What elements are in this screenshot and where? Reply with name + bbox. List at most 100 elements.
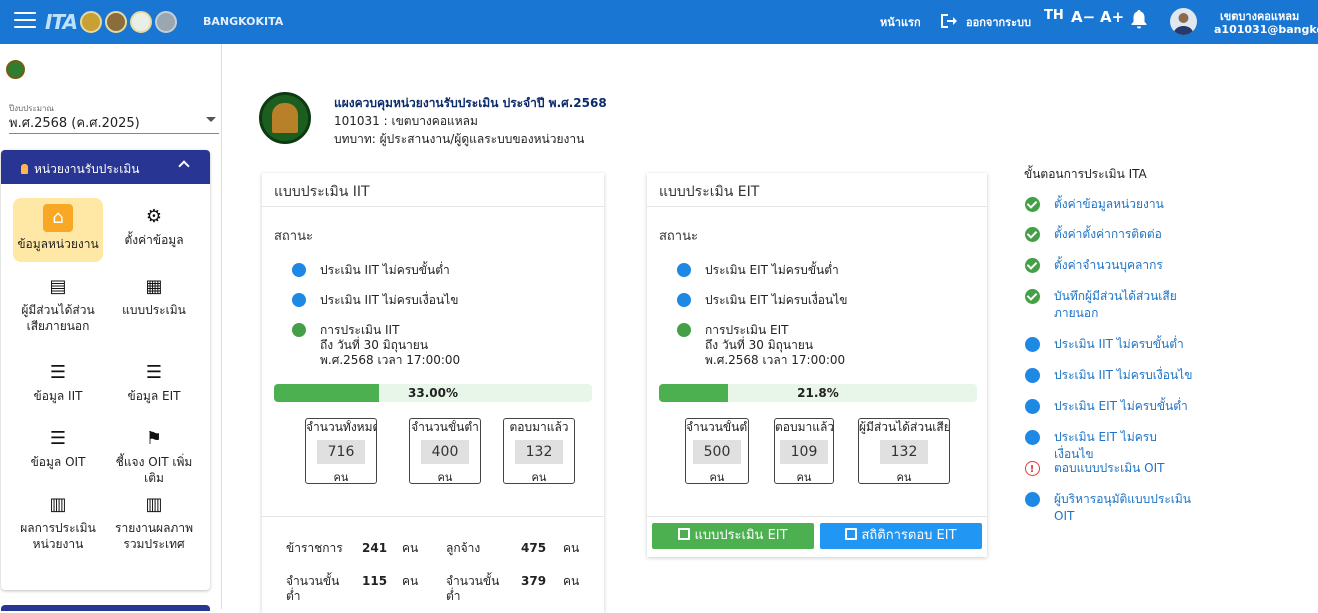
bell-icon[interactable]: [1130, 9, 1148, 29]
brand-text: BANGKOKITA: [203, 15, 284, 28]
menu-item-org-info[interactable]: ⌂ ข้อมูลหน่วยงาน: [13, 198, 103, 262]
iit-stat-answered: ตอบมาแล้ว 132 คน: [503, 418, 575, 484]
eit-progress-bar: 21.8%: [659, 384, 977, 402]
iit-stat-min: จำนวนขั้นต่ำ 400 คน: [409, 418, 481, 484]
language-toggle[interactable]: TH: [1044, 8, 1064, 23]
staff-label: จำนวนขั้นต่ำ: [446, 574, 500, 603]
staff-value: 241: [362, 541, 388, 555]
home-link[interactable]: หน้าแรก: [880, 13, 921, 31]
staff-unit: คน: [563, 574, 580, 588]
menu-item-results[interactable]: ▥ ผลการประเมินหน่วยงาน: [13, 494, 103, 552]
menu-item-label: ตั้งค่าข้อมูล: [124, 233, 184, 247]
bar-chart-icon: ▥: [49, 494, 67, 515]
menu-title: หน่วยงานรับประเมิน: [34, 162, 140, 176]
menu-item-iit-data[interactable]: ☰ ข้อมูล IIT: [13, 362, 103, 404]
logout-link[interactable]: ออกจากระบบ: [966, 13, 1031, 31]
eit-status-label: สถานะ: [659, 229, 698, 244]
seal-logo: [80, 11, 103, 33]
circle-icon: [1025, 430, 1040, 445]
iit-progress-label: 33.00%: [408, 386, 458, 400]
fiscal-year-value: พ.ศ.2568 (ค.ศ.2025): [9, 116, 140, 131]
home-icon: ⌂: [43, 204, 73, 232]
status-dot-icon: [677, 293, 691, 307]
status-dot-icon: [292, 263, 306, 277]
iit-card: แบบประเมิน IIT สถานะ ประเมิน IIT ไม่ครบข…: [262, 173, 604, 613]
menu-item-label: ข้อมูลหน่วยงาน: [17, 237, 99, 251]
chevron-up-icon[interactable]: [178, 160, 190, 172]
checklist-icon: ☰: [49, 428, 67, 449]
seal-logo: [105, 11, 128, 33]
page-title: แผงควบคุมหน่วยงานรับประเมิน ประจำปี พ.ศ.…: [334, 96, 607, 110]
header-logos: ITA: [45, 8, 178, 36]
circle-icon: [1025, 337, 1040, 352]
evaluation-menu: หน่วยงานรับประเมิน ⌂ ข้อมูลหน่วยงาน ⚙ ตั…: [1, 150, 210, 590]
sidebar: ปีงบประมาณ พ.ศ.2568 (ค.ศ.2025) หน่วยงานร…: [0, 44, 222, 611]
menu-item-stakeholders[interactable]: ▤ ผู้มีส่วนได้ส่วนเสียภายนอก: [13, 276, 103, 334]
menu-item-label: ชี้แจง OIT เพิ่มเติม: [115, 455, 193, 485]
iit-progress-bar: 33.00%: [274, 384, 592, 402]
logout-icon[interactable]: [938, 11, 958, 31]
circle-icon: [1025, 492, 1040, 507]
divider: [647, 516, 987, 517]
steps-title: ขั้นตอนการประเมิน ITA: [1024, 167, 1147, 181]
store-icon: ▤: [49, 276, 67, 297]
ita-logo: ITA: [45, 10, 78, 34]
menu-item-label: ข้อมูล EIT: [127, 389, 181, 403]
user-role: บทบาท: ผู้ประสานงาน/ผู้ดูแลระบบของหน่วยง…: [334, 132, 585, 146]
menu-item-settings[interactable]: ⚙ ตั้งค่าข้อมูล: [109, 206, 199, 248]
menu-item-oit-explain[interactable]: ⚑ ชี้แจง OIT เพิ่มเติม: [109, 428, 199, 486]
circle-icon: [1025, 368, 1040, 383]
iit-status-label: สถานะ: [274, 229, 313, 244]
divider: [262, 516, 604, 517]
status-dot-icon: [677, 323, 691, 337]
check-circle-icon: [1025, 258, 1040, 273]
seal-logo: [155, 11, 178, 33]
next-menu-header[interactable]: [1, 605, 210, 611]
checklist-icon: ☰: [145, 362, 163, 383]
check-circle-icon: [1025, 197, 1040, 212]
menu-item-forms[interactable]: ▦ แบบประเมิน: [109, 276, 199, 318]
qr-icon: ▦: [145, 276, 163, 297]
bar-chart-icon: [845, 528, 858, 540]
checklist-icon: ☰: [49, 362, 67, 383]
iit-card-title: แบบประเมิน IIT: [262, 173, 604, 207]
eit-stat-stakeholders: ผู้มีส่วนได้ส่วนเสีย 132 คน: [858, 418, 950, 484]
eit-card-title: แบบประเมิน EIT: [647, 173, 987, 207]
menu-item-oit-data[interactable]: ☰ ข้อมูล OIT: [13, 428, 103, 470]
org-code: 101031 : เขตบางคอแหลม: [334, 114, 478, 128]
check-circle-icon: [1025, 289, 1040, 304]
status-dot-icon: [292, 323, 306, 337]
menu-item-label: ข้อมูล IIT: [33, 389, 83, 403]
qr-icon: [678, 528, 691, 540]
staff-label: จำนวนขั้นต่ำ: [286, 574, 340, 603]
staff-unit: คน: [563, 541, 580, 555]
menu-item-eit-data[interactable]: ☰ ข้อมูล EIT: [109, 362, 199, 404]
top-app-bar: ITA BANGKOKITA หน้าแรก ออกจากระบบ TH A− …: [0, 0, 1318, 44]
staff-unit: คน: [402, 541, 419, 555]
chevron-down-icon: [206, 117, 216, 122]
eit-progress-label: 21.8%: [797, 386, 839, 400]
eit-stats-button[interactable]: สถิติการตอบ EIT: [820, 523, 982, 549]
eit-stat-answered: ตอบมาแล้ว 109 คน: [774, 418, 834, 484]
iit-stat-total: จำนวนทั้งหมด 716 คน: [305, 418, 377, 484]
eit-form-button[interactable]: แบบประเมิน EIT: [652, 523, 814, 549]
fiscal-year-select[interactable]: พ.ศ.2568 (ค.ศ.2025): [9, 112, 219, 134]
status-dot-icon: [677, 263, 691, 277]
avatar[interactable]: [1170, 8, 1197, 35]
alert-icon: [1025, 461, 1040, 478]
font-decrease-button[interactable]: A−: [1071, 8, 1095, 26]
menu-item-label: ข้อมูล OIT: [30, 455, 86, 469]
eit-stat-min: จำนวนขั้นต่ำ 500 คน: [685, 418, 749, 484]
menu-header[interactable]: หน่วยงานรับประเมิน: [1, 150, 210, 184]
status-dot-icon: [292, 293, 306, 307]
person-icon: [21, 164, 28, 174]
staff-value: 475: [521, 541, 547, 555]
flag-icon: ⚑: [145, 428, 163, 449]
menu-item-label: ผลการประเมินหน่วยงาน: [20, 521, 96, 551]
menu-item-national-report[interactable]: ▥ รายงานผลภาพรวมประเทศ: [109, 494, 199, 552]
staff-label: ลูกจ้าง: [446, 541, 481, 555]
seal-logo: [130, 11, 153, 33]
bar-chart-icon: ▥: [145, 494, 163, 515]
font-increase-button[interactable]: A+: [1100, 8, 1124, 26]
menu-icon[interactable]: [14, 12, 36, 30]
